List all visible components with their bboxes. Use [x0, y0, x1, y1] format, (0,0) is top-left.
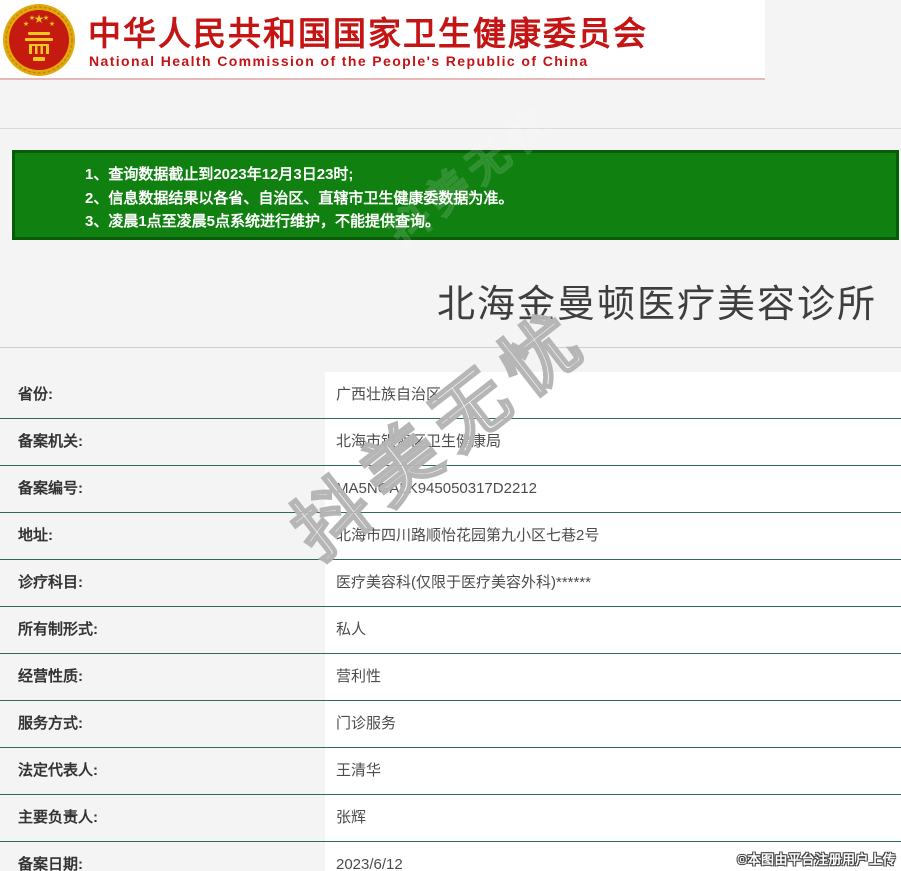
row-province: 省份: 广西壮族自治区 — [0, 372, 901, 419]
row-treatment-subjects: 诊疗科目: 医疗美容科(仅限于医疗美容外科)****** — [0, 560, 901, 607]
row-address: 地址: 北海市四川路顺怡花园第九小区七巷2号 — [0, 513, 901, 560]
notice-box: 1、查询数据截止到2023年12月3日23时; 2、信息数据结果以各省、自治区、… — [12, 150, 899, 240]
field-value: 私人 — [325, 607, 901, 653]
notice-line: 2、信息数据结果以各省、自治区、直辖市卫生健康委数据为准。 — [85, 189, 514, 207]
field-label: 备案编号: — [18, 480, 83, 497]
field-label: 所有制形式: — [18, 621, 98, 638]
field-value: MA5NGALK945050317D2212 — [325, 466, 901, 512]
field-label: 法定代表人: — [18, 762, 98, 779]
clinic-title: 北海金曼顿医疗美容诊所 — [436, 284, 877, 326]
national-emblem-icon: ★ ★ ★ ★ ★ — [3, 4, 75, 76]
image-credit-watermark: ©本图由平台注册用户上传 — [737, 852, 896, 867]
row-business-nature: 经营性质: 营利性 — [0, 654, 901, 701]
field-value: 医疗美容科(仅限于医疗美容外科)****** — [325, 560, 901, 606]
site-title-en: National Health Commission of the People… — [89, 53, 589, 69]
header-divider — [0, 128, 901, 129]
field-value: 北海市银海区卫生健康局 — [325, 419, 901, 465]
site-title-cn: 中华人民共和国国家卫生健康委员会 — [88, 15, 648, 52]
svg-text:★: ★ — [29, 14, 35, 22]
field-value: 北海市四川路顺怡花园第九小区七巷2号 — [325, 513, 901, 559]
field-label: 经营性质: — [18, 668, 83, 685]
notice-line: 3、凌晨1点至凌晨5点系统进行维护，不能提供查询。 — [85, 213, 441, 230]
site-header: ★ ★ ★ ★ ★ 中华人民共和国国家卫生健康委员会 National Heal… — [0, 0, 765, 80]
field-label: 主要负责人: — [18, 809, 98, 826]
section-divider — [0, 347, 901, 348]
field-label: 省份: — [18, 386, 53, 403]
field-label: 服务方式: — [18, 715, 83, 732]
row-service-mode: 服务方式: 门诊服务 — [0, 701, 901, 748]
field-value: 营利性 — [325, 654, 901, 700]
field-label: 备案机关: — [18, 433, 83, 450]
notice-line: 1、查询数据截止到2023年12月3日23时; — [85, 166, 354, 183]
field-label: 诊疗科目: — [18, 574, 83, 591]
row-registration-number: 备案编号: MA5NGALK945050317D2212 — [0, 466, 901, 513]
row-ownership-type: 所有制形式: 私人 — [0, 607, 901, 654]
field-value: 王清华 — [325, 748, 901, 794]
field-label: 地址: — [18, 527, 53, 544]
info-table: 省份: 广西壮族自治区 备案机关: 北海市银海区卫生健康局 备案编号: MA5N… — [0, 372, 901, 871]
row-principal: 主要负责人: 张辉 — [0, 795, 901, 842]
field-value: 张辉 — [325, 795, 901, 841]
field-value: 门诊服务 — [325, 701, 901, 747]
query-result-page: ★ ★ ★ ★ ★ 中华人民共和国国家卫生健康委员会 National Heal… — [0, 0, 901, 871]
svg-text:★: ★ — [49, 20, 55, 28]
field-label: 备案日期: — [18, 856, 83, 871]
row-legal-representative: 法定代表人: 王清华 — [0, 748, 901, 795]
row-registration-authority: 备案机关: 北海市银海区卫生健康局 — [0, 419, 901, 466]
field-value: 广西壮族自治区 — [325, 372, 901, 418]
